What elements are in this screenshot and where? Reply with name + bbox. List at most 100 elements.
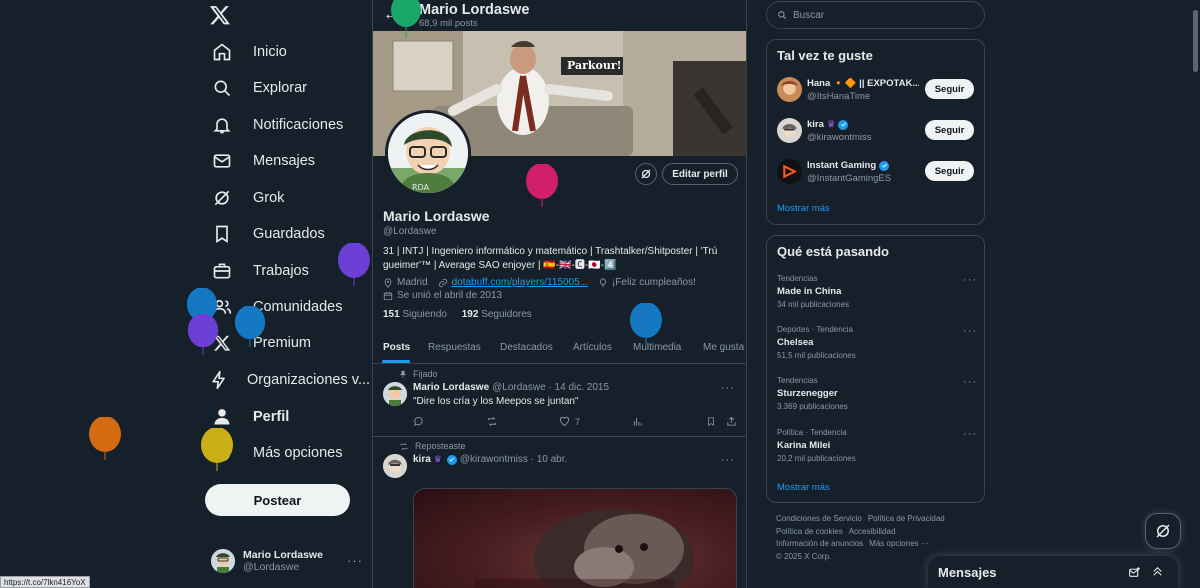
follow-button[interactable]: Seguir xyxy=(925,120,974,140)
chevron-up-icon[interactable] xyxy=(1151,565,1164,578)
tweet[interactable]: Fijado Mario Lordaswe @Lordaswe · 14 dic… xyxy=(373,365,746,437)
balloon-icon xyxy=(630,303,662,346)
avatar xyxy=(777,118,802,143)
footer-link[interactable]: Accesibilidad xyxy=(849,527,896,536)
followers-label: Seguidores xyxy=(481,309,532,320)
trend-item[interactable]: Deportes · Tendencia Chelsea 51,5 mil pu… xyxy=(777,325,977,360)
tweet-author[interactable]: Mario Lordaswe xyxy=(413,382,489,393)
search-placeholder: Buscar xyxy=(793,9,825,21)
post-button[interactable]: Postear xyxy=(205,484,350,516)
trend-category: Tendencias xyxy=(777,274,818,283)
show-more-link[interactable]: Mostrar más xyxy=(777,482,830,493)
analytics-icon[interactable] xyxy=(632,416,643,427)
balloon-icon xyxy=(234,306,266,347)
nav-comunidades[interactable]: Comunidades xyxy=(195,287,370,327)
footer-link[interactable]: Política de cookies xyxy=(776,527,843,536)
trend-item[interactable]: Tendencias Sturzenegger 3.369 publicacio… xyxy=(777,376,977,411)
nav-organizaciones[interactable]: Organizaciones v... xyxy=(195,360,370,400)
tab-respuestas[interactable]: Respuestas xyxy=(428,342,481,353)
svg-text:RDA: RDA xyxy=(412,183,430,192)
account-name: Mario Lordaswe xyxy=(243,549,323,561)
nav-mensajes[interactable]: Mensajes xyxy=(195,141,370,181)
more-icon[interactable]: ··· xyxy=(721,454,735,466)
footer-link[interactable]: Condiciones de Servicio xyxy=(776,514,862,523)
lightning-icon xyxy=(209,367,229,393)
repost-icon[interactable] xyxy=(486,416,498,427)
avatar xyxy=(777,77,802,102)
person-icon xyxy=(209,404,235,430)
tab-me-gusta[interactable]: Me gusta xyxy=(703,342,744,353)
balloon-icon xyxy=(598,277,608,288)
balloon-icon xyxy=(391,0,421,38)
nav-notificaciones[interactable]: Notificaciones xyxy=(195,105,370,145)
repost-icon xyxy=(399,442,409,451)
account-switcher[interactable]: Mario Lordaswe @Lordaswe ··· xyxy=(211,546,371,576)
badge-icon: ♛ xyxy=(433,454,442,464)
following-link[interactable]: 151 Siguiendo xyxy=(383,309,447,320)
more-icon[interactable]: ··· xyxy=(721,382,735,394)
suggestion-name-text: kira xyxy=(807,119,824,130)
edit-profile-button[interactable]: Editar perfil xyxy=(662,163,738,185)
profile-column: ← Mario Lordaswe 68,9 mil posts Parkour! xyxy=(372,0,747,588)
x-logo-icon[interactable] xyxy=(209,4,235,28)
like-button[interactable]: 7 xyxy=(559,416,580,427)
more-icon[interactable]: ··· xyxy=(963,376,977,388)
profile-joined-row: Se unió el abril de 2013 xyxy=(383,290,502,301)
bookmark-icon xyxy=(209,221,235,247)
calendar-icon xyxy=(383,291,393,301)
nav-explorar[interactable]: Explorar xyxy=(195,68,370,108)
footer-link[interactable]: Información de anuncios xyxy=(776,539,863,548)
bookmark-icon[interactable] xyxy=(706,416,716,427)
tweet-context: Reposteaste xyxy=(399,441,466,451)
scrollbar[interactable] xyxy=(1191,0,1200,588)
show-more-link[interactable]: Mostrar más xyxy=(777,203,830,214)
share-icon[interactable] xyxy=(726,416,737,427)
more-icon[interactable]: ··· xyxy=(963,325,977,337)
profile-name: Mario Lordaswe xyxy=(383,208,490,224)
status-bar-url: https://t.co/7lkn416YoX xyxy=(0,576,90,588)
tab-destacados[interactable]: Destacados xyxy=(500,342,553,353)
profile-avatar[interactable]: RDA xyxy=(385,110,471,196)
search-icon xyxy=(209,75,235,101)
nav-label: Explorar xyxy=(253,80,307,96)
tweet-media[interactable] xyxy=(413,488,737,588)
search-icon xyxy=(777,10,787,20)
avatar[interactable] xyxy=(383,382,407,406)
footer-link[interactable]: Política de Privacidad xyxy=(868,514,945,523)
panel-title: Tal vez te guste xyxy=(777,48,873,63)
follow-button[interactable]: Seguir xyxy=(925,161,974,181)
tweet-author[interactable]: kira xyxy=(413,454,431,465)
more-icon[interactable]: ··· xyxy=(963,428,977,440)
suggestion-name-text: Instant Gaming xyxy=(807,160,877,171)
nav-premium[interactable]: Premium xyxy=(195,323,370,363)
avatar[interactable] xyxy=(383,454,407,478)
tab-posts[interactable]: Posts xyxy=(383,342,410,353)
trend-topic: Karina Milei xyxy=(777,440,831,451)
more-icon[interactable]: ··· xyxy=(963,274,977,286)
trend-item[interactable]: Tendencias Made in China 34 mil publicac… xyxy=(777,274,977,309)
nav-inicio[interactable]: Inicio xyxy=(195,32,370,72)
follow-suggestion[interactable]: Instant Gaming @InstantGamingES Seguir xyxy=(777,159,977,185)
scrollbar-thumb[interactable] xyxy=(1193,10,1198,72)
profile-birthday: ¡Feliz cumpleaños! xyxy=(611,277,696,288)
new-message-icon[interactable] xyxy=(1128,566,1141,579)
followers-link[interactable]: 192 Seguidores xyxy=(462,309,532,320)
search-input[interactable]: Buscar xyxy=(766,1,985,29)
trend-item[interactable]: Política · Tendencia Karina Milei 20,2 m… xyxy=(777,428,977,463)
grok-icon[interactable] xyxy=(635,163,657,185)
footer-link[interactable]: Más opciones ··· xyxy=(869,539,929,548)
profile-link[interactable]: dotabuff.com/players/115005... xyxy=(452,277,588,288)
follow-suggestion[interactable]: kira ♛ @kirawontmiss Seguir xyxy=(777,118,977,144)
trend-category: Tendencias xyxy=(777,376,818,385)
panel-title: Qué está pasando xyxy=(777,244,889,259)
follow-suggestion[interactable]: Hana 🔸🔶 || EXPOTAK... @ItsHanaTime Segui… xyxy=(777,77,977,103)
grok-floating-button[interactable] xyxy=(1145,513,1181,549)
reply-icon[interactable] xyxy=(413,416,424,427)
tab-articulos[interactable]: Artículos xyxy=(573,342,612,353)
nav-grok[interactable]: Grok xyxy=(195,178,370,218)
follow-button[interactable]: Seguir xyxy=(925,79,974,99)
messages-drawer[interactable]: Mensajes xyxy=(928,556,1178,588)
tweet-header: kira ♛ @kirawontmiss · 10 abr. xyxy=(413,454,567,465)
balloon-icon xyxy=(338,243,370,286)
nav-label: Organizaciones v... xyxy=(247,372,371,388)
